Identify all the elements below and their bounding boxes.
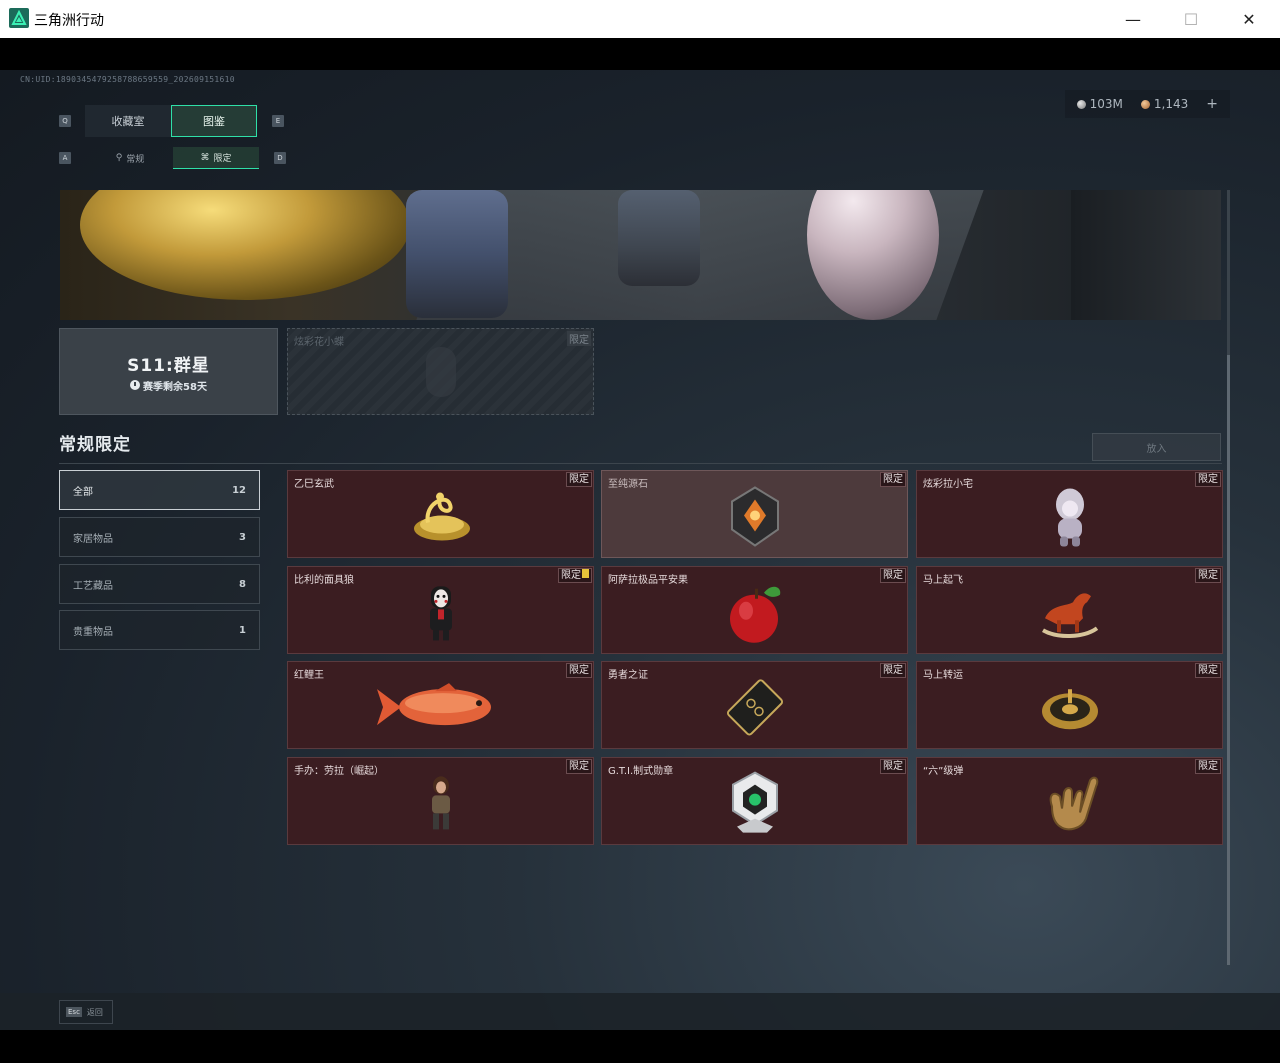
- back-button[interactable]: Esc 返回: [59, 1000, 113, 1024]
- item-card[interactable]: 手办：劳拉（崛起） 限定: [287, 757, 594, 845]
- showcase-banner: [60, 190, 1221, 320]
- tab-limited[interactable]: ⌘ 限定: [173, 147, 259, 169]
- bronze-horse-icon: [1041, 593, 1098, 638]
- key-hint-e: E: [272, 115, 284, 127]
- bronze-coin-icon: [1140, 100, 1150, 109]
- compass-icon: [1041, 689, 1098, 730]
- source-stone-icon: [730, 486, 779, 547]
- esc-key-hint: Esc: [66, 1007, 82, 1017]
- filter-crafts[interactable]: 工艺藏品 8: [59, 564, 260, 604]
- banner-golden-turtle-image: [80, 190, 410, 300]
- red-carp-icon: [376, 683, 491, 726]
- add-currency-button[interactable]: +: [1206, 96, 1218, 112]
- filter-home-items[interactable]: 家居物品 3: [59, 517, 260, 557]
- regular-tab-icon: ⚲: [115, 153, 123, 163]
- tab-regular[interactable]: ⚲ 常规: [87, 147, 173, 169]
- minimize-icon: —: [1125, 9, 1141, 29]
- item-card[interactable]: G.T.I.制式勋章 限定: [601, 757, 908, 845]
- item-card[interactable]: 红鲤王 限定: [287, 661, 594, 749]
- card-icon: [726, 679, 783, 736]
- app-logo-icon: [9, 8, 29, 28]
- bronze-currency: 1,143: [1140, 97, 1188, 111]
- item-card[interactable]: 马上转运 限定: [916, 661, 1223, 749]
- maximize-icon: ☐: [1183, 9, 1199, 29]
- game-viewport: CN:UID:1890345479258788659559_2026091516…: [0, 70, 1280, 1030]
- silver-currency: 103M: [1076, 97, 1123, 111]
- item-card[interactable]: 阿萨拉极品平安果 限定: [601, 566, 908, 654]
- limited-tab-icon: ⌘: [200, 152, 210, 163]
- place-button[interactable]: 放入: [1092, 433, 1221, 461]
- uid-label: CN:UID:1890345479258788659559_2026091516…: [20, 75, 235, 84]
- silver-coin-icon: [1076, 100, 1086, 109]
- limited-tag: 限定: [567, 331, 591, 346]
- golden-snake-turtle-icon: [413, 492, 470, 541]
- close-icon: ✕: [1242, 9, 1256, 29]
- banner-crate-image: [1071, 190, 1221, 320]
- item-card[interactable]: 乙巳玄武 限定: [287, 470, 594, 558]
- back-label: 返回: [86, 1007, 103, 1017]
- billy-puppet-icon: [429, 586, 452, 641]
- tab-catalog[interactable]: 图鉴: [171, 105, 257, 137]
- season-title: S11:群星: [127, 355, 210, 376]
- top-letterbox: [0, 38, 1280, 70]
- bottom-bar: [0, 993, 1280, 1030]
- banner-soldier-figure-image: [618, 190, 700, 286]
- figurine-icon: [1055, 488, 1084, 547]
- item-card[interactable]: 勇者之证 限定: [601, 661, 908, 749]
- window-title: 三角洲行动: [34, 13, 104, 29]
- warning-icon: [582, 569, 589, 578]
- season-card[interactable]: S11:群星 赛季剩余58天: [59, 328, 278, 415]
- key-hint-a: A: [59, 152, 71, 164]
- close-button[interactable]: ✕: [1220, 0, 1278, 38]
- filter-valuables[interactable]: 贵重物品 1: [59, 610, 260, 650]
- tab-collection-room[interactable]: 收藏室: [85, 105, 171, 137]
- section-divider: [59, 463, 1222, 464]
- section-title: 常规限定: [59, 435, 131, 455]
- item-card[interactable]: 至纯源石 限定: [601, 470, 908, 558]
- maximize-button[interactable]: ☐: [1162, 0, 1220, 38]
- item-card[interactable]: 比利的面具狼 限定: [287, 566, 594, 654]
- banner-robot-figure-image: [406, 190, 508, 318]
- medal-icon: [731, 771, 778, 833]
- window-titlebar: 三角洲行动 — ☐ ✕: [0, 0, 1280, 38]
- lara-figure-icon: [431, 776, 450, 830]
- scrollbar-thumb[interactable]: [1227, 355, 1230, 965]
- locked-item-name: 炫彩花小蝶: [294, 337, 344, 348]
- item-card[interactable]: 马上起飞 限定: [916, 566, 1223, 654]
- minimize-button[interactable]: —: [1104, 0, 1162, 38]
- bottom-letterbox: [0, 1030, 1280, 1063]
- apple-icon: [729, 586, 780, 643]
- key-hint-d: D: [274, 152, 286, 164]
- season-remaining: 赛季剩余58天: [130, 378, 207, 393]
- clock-icon: [130, 380, 141, 390]
- locked-figure-silhouette-icon: [426, 347, 456, 397]
- item-card[interactable]: “六”级弹 限定: [916, 757, 1223, 845]
- hand-icon: [1049, 776, 1098, 831]
- key-hint-q: Q: [59, 115, 71, 127]
- locked-item-card[interactable]: 炫彩花小蝶 限定: [287, 328, 594, 415]
- currency-bar: 103M 1,143 +: [1064, 90, 1230, 118]
- filter-all[interactable]: 全部 12: [59, 470, 260, 510]
- item-card[interactable]: 炫彩拉小宅 限定: [916, 470, 1223, 558]
